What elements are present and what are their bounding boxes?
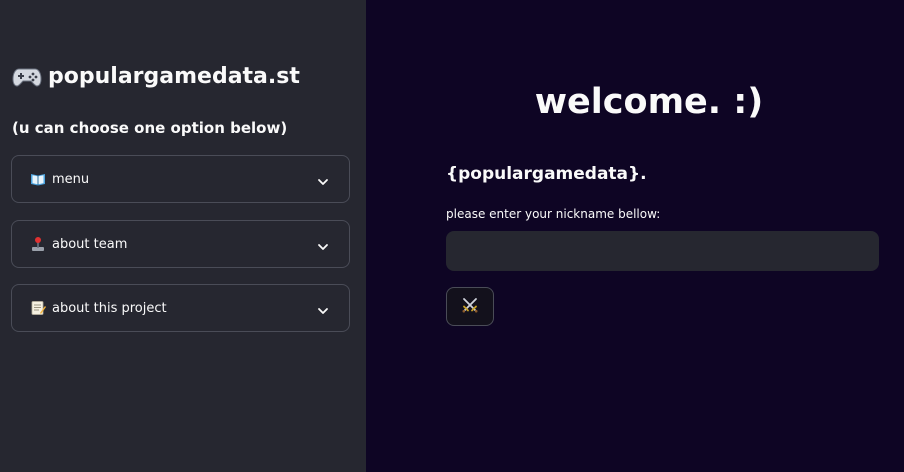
sidebar-title: populargamedata.st bbox=[12, 64, 300, 89]
chevron-down-icon[interactable] bbox=[317, 238, 329, 250]
expander-about-team[interactable]: about team bbox=[11, 220, 350, 268]
expander-label: about team bbox=[52, 236, 128, 252]
expander-label: about this project bbox=[52, 300, 167, 316]
chevron-down-icon[interactable] bbox=[317, 173, 329, 185]
joystick-icon bbox=[30, 236, 46, 252]
memo-icon bbox=[30, 300, 46, 316]
brand-heading: {populargamedata}. bbox=[446, 164, 647, 184]
expander-menu[interactable]: menu bbox=[11, 155, 350, 203]
nickname-input[interactable] bbox=[446, 231, 879, 271]
book-icon bbox=[30, 171, 46, 187]
sidebar-subtitle: (u can choose one option below) bbox=[12, 119, 288, 137]
submit-button[interactable] bbox=[446, 287, 494, 326]
app-window: populargamedata.st (u can choose one opt… bbox=[0, 0, 904, 472]
main-panel: welcome. :) {populargamedata}. please en… bbox=[366, 0, 904, 472]
sidebar-title-text: populargamedata.st bbox=[48, 64, 300, 89]
nickname-label: please enter your nickname bellow: bbox=[446, 207, 661, 221]
expander-about-project[interactable]: about this project bbox=[11, 284, 350, 332]
welcome-heading: welcome. :) bbox=[534, 82, 764, 122]
expander-label: menu bbox=[52, 171, 90, 187]
crossed-swords-icon bbox=[461, 296, 479, 318]
sidebar: populargamedata.st (u can choose one opt… bbox=[0, 0, 366, 472]
game-controller-icon bbox=[12, 66, 42, 88]
chevron-down-icon[interactable] bbox=[317, 302, 329, 314]
